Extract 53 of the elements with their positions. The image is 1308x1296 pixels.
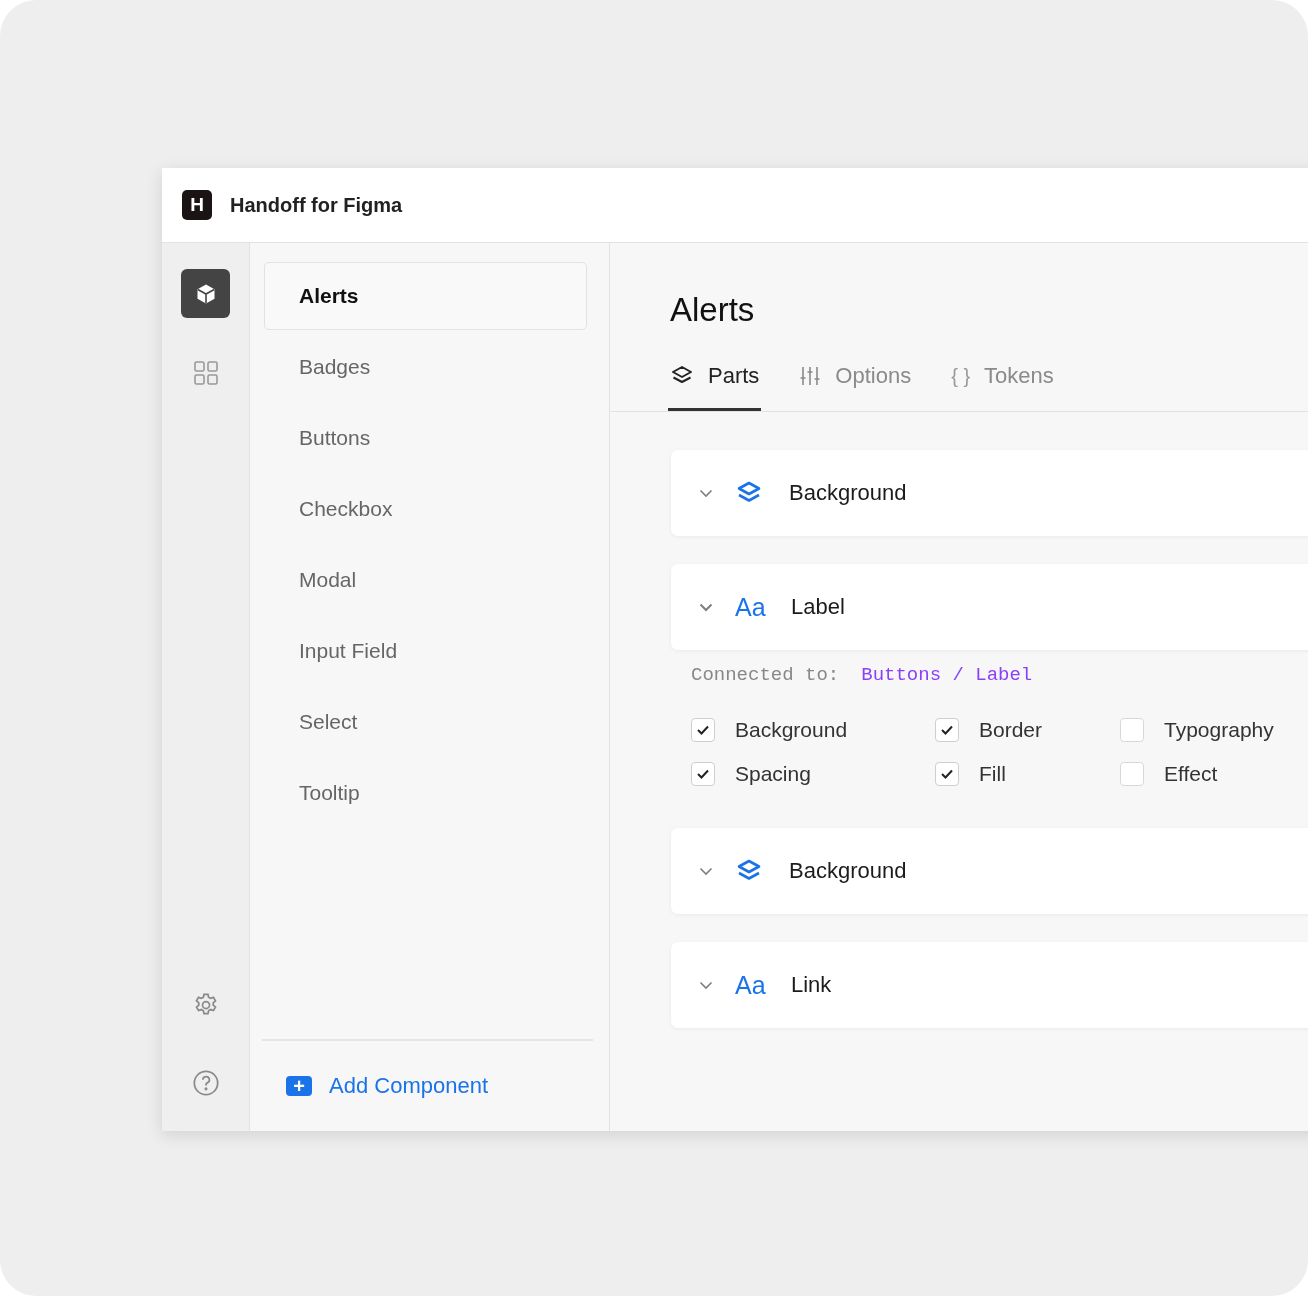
option-label: Background [735,718,848,742]
braces-icon: { } [951,364,971,388]
app-logo: H [182,190,212,220]
component-item[interactable]: Select [264,688,587,756]
component-item[interactable]: Badges [264,333,587,401]
component-item[interactable]: Tooltip [264,759,587,827]
component-item[interactable]: Input Field [264,617,587,685]
checkbox[interactable] [691,762,715,786]
tab[interactable]: { } Tokens [949,357,1056,411]
check-icon [940,724,954,736]
part-card[interactable]: Aa Label [671,564,1308,650]
option-label: Spacing [735,762,811,786]
component-item[interactable]: Checkbox [264,475,587,543]
checkbox[interactable] [1120,762,1144,786]
part-label: Label [791,594,845,620]
add-component-button[interactable]: + Add Component [262,1073,488,1099]
part-card[interactable]: Background [671,828,1308,914]
checkbox[interactable] [1120,718,1144,742]
part-label: Link [791,972,832,998]
text-style-icon: Aa [735,970,767,1000]
window-title: Handoff for Figma [230,193,403,217]
option-label: Border [979,718,1043,742]
option-label: Fill [979,762,1006,786]
component-item[interactable]: Modal [264,546,587,614]
plus-icon: + [286,1076,312,1096]
part-card[interactable]: Background [671,450,1308,536]
tab[interactable]: Options [797,357,914,411]
part-label: Background [789,480,907,506]
checkbox[interactable] [935,718,959,742]
option-label: Typography [1164,718,1274,742]
sliders-icon [799,365,822,387]
part-label: Background [789,858,907,884]
chevron-icon [699,866,713,876]
help-icon[interactable] [191,1069,220,1097]
cube-button[interactable] [181,269,230,318]
tab[interactable]: Parts [668,357,762,411]
checkbox[interactable] [935,762,959,786]
check-icon [696,724,710,736]
checkbox[interactable] [691,718,715,742]
connected-label: Connected to: [691,664,840,686]
option-label: Effect [1164,762,1218,786]
component-item[interactable]: Alerts [264,262,587,330]
chevron-icon [699,980,713,990]
component-item[interactable]: Buttons [264,404,587,472]
grid-icon [192,359,219,386]
page-title: Alerts [670,291,756,329]
chevron-icon [699,602,713,612]
part-card[interactable]: Aa Link [671,942,1308,1028]
check-icon [940,768,954,780]
text-style-icon: Aa [735,592,767,622]
check-icon [696,768,710,780]
connected-link[interactable]: Buttons / Label [861,664,1033,686]
chevron-icon [699,488,713,498]
